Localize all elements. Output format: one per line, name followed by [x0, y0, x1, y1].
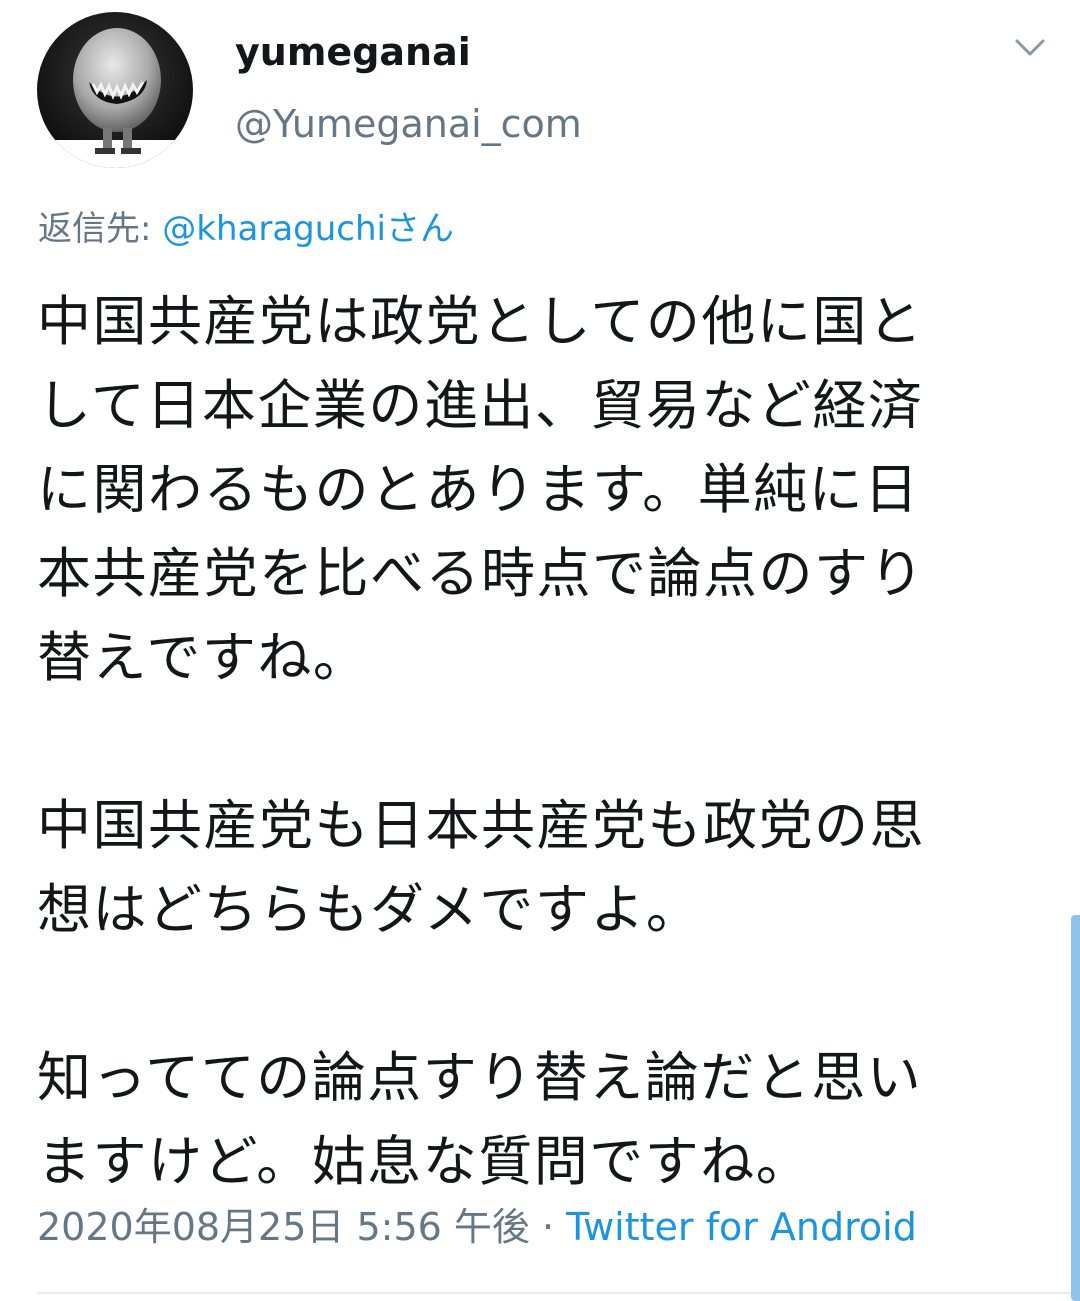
tweet-line: 本共産党を比べる時点で論点のすり: [37, 542, 925, 605]
reply-context: 返信先: @kharaguchiさん: [38, 206, 454, 252]
tweet-line: ますけど。姑息な質問ですね。: [37, 1130, 812, 1193]
avatar-image: [37, 12, 193, 168]
tweet-line: 想はどちらもダメですよ。: [37, 878, 702, 941]
tweet-line: 中国共産党は政党としての他に国と: [37, 290, 924, 353]
tweet-line: に関わるものとあります。単純に日: [37, 458, 920, 521]
divider: [37, 1292, 1080, 1294]
meta-separator: ·: [529, 1205, 567, 1249]
user-handle[interactable]: @Yumeganai_com: [235, 100, 582, 148]
tweet-line: 知ってての論点すり替え論だと思い: [37, 1046, 923, 1109]
tweet-line: 替えですね。: [37, 626, 369, 689]
display-name[interactable]: yumeganai: [235, 28, 471, 76]
tweet-text: 中国共産党は政党としての他に国と して日本企業の進出、貿易など経済 に関わるもの…: [37, 280, 1057, 1204]
reply-prefix: 返信先:: [38, 209, 163, 249]
tweet-meta: 2020年08月25日 5:56 午後 · Twitter for Androi…: [37, 1200, 917, 1254]
reply-mention-link[interactable]: @kharaguchiさん: [162, 209, 454, 249]
source-link[interactable]: Twitter for Android: [566, 1205, 917, 1249]
tweet-line: 中国共産党も日本共産党も政党の思: [37, 794, 925, 857]
more-options-button[interactable]: [1008, 30, 1052, 66]
avatar[interactable]: [37, 12, 193, 168]
chevron-down-icon: [1015, 39, 1045, 56]
scrollbar[interactable]: [1071, 915, 1080, 1301]
tweet-line: して日本企業の進出、貿易など経済: [37, 374, 924, 437]
timestamp[interactable]: 2020年08月25日 5:56 午後: [37, 1205, 530, 1249]
